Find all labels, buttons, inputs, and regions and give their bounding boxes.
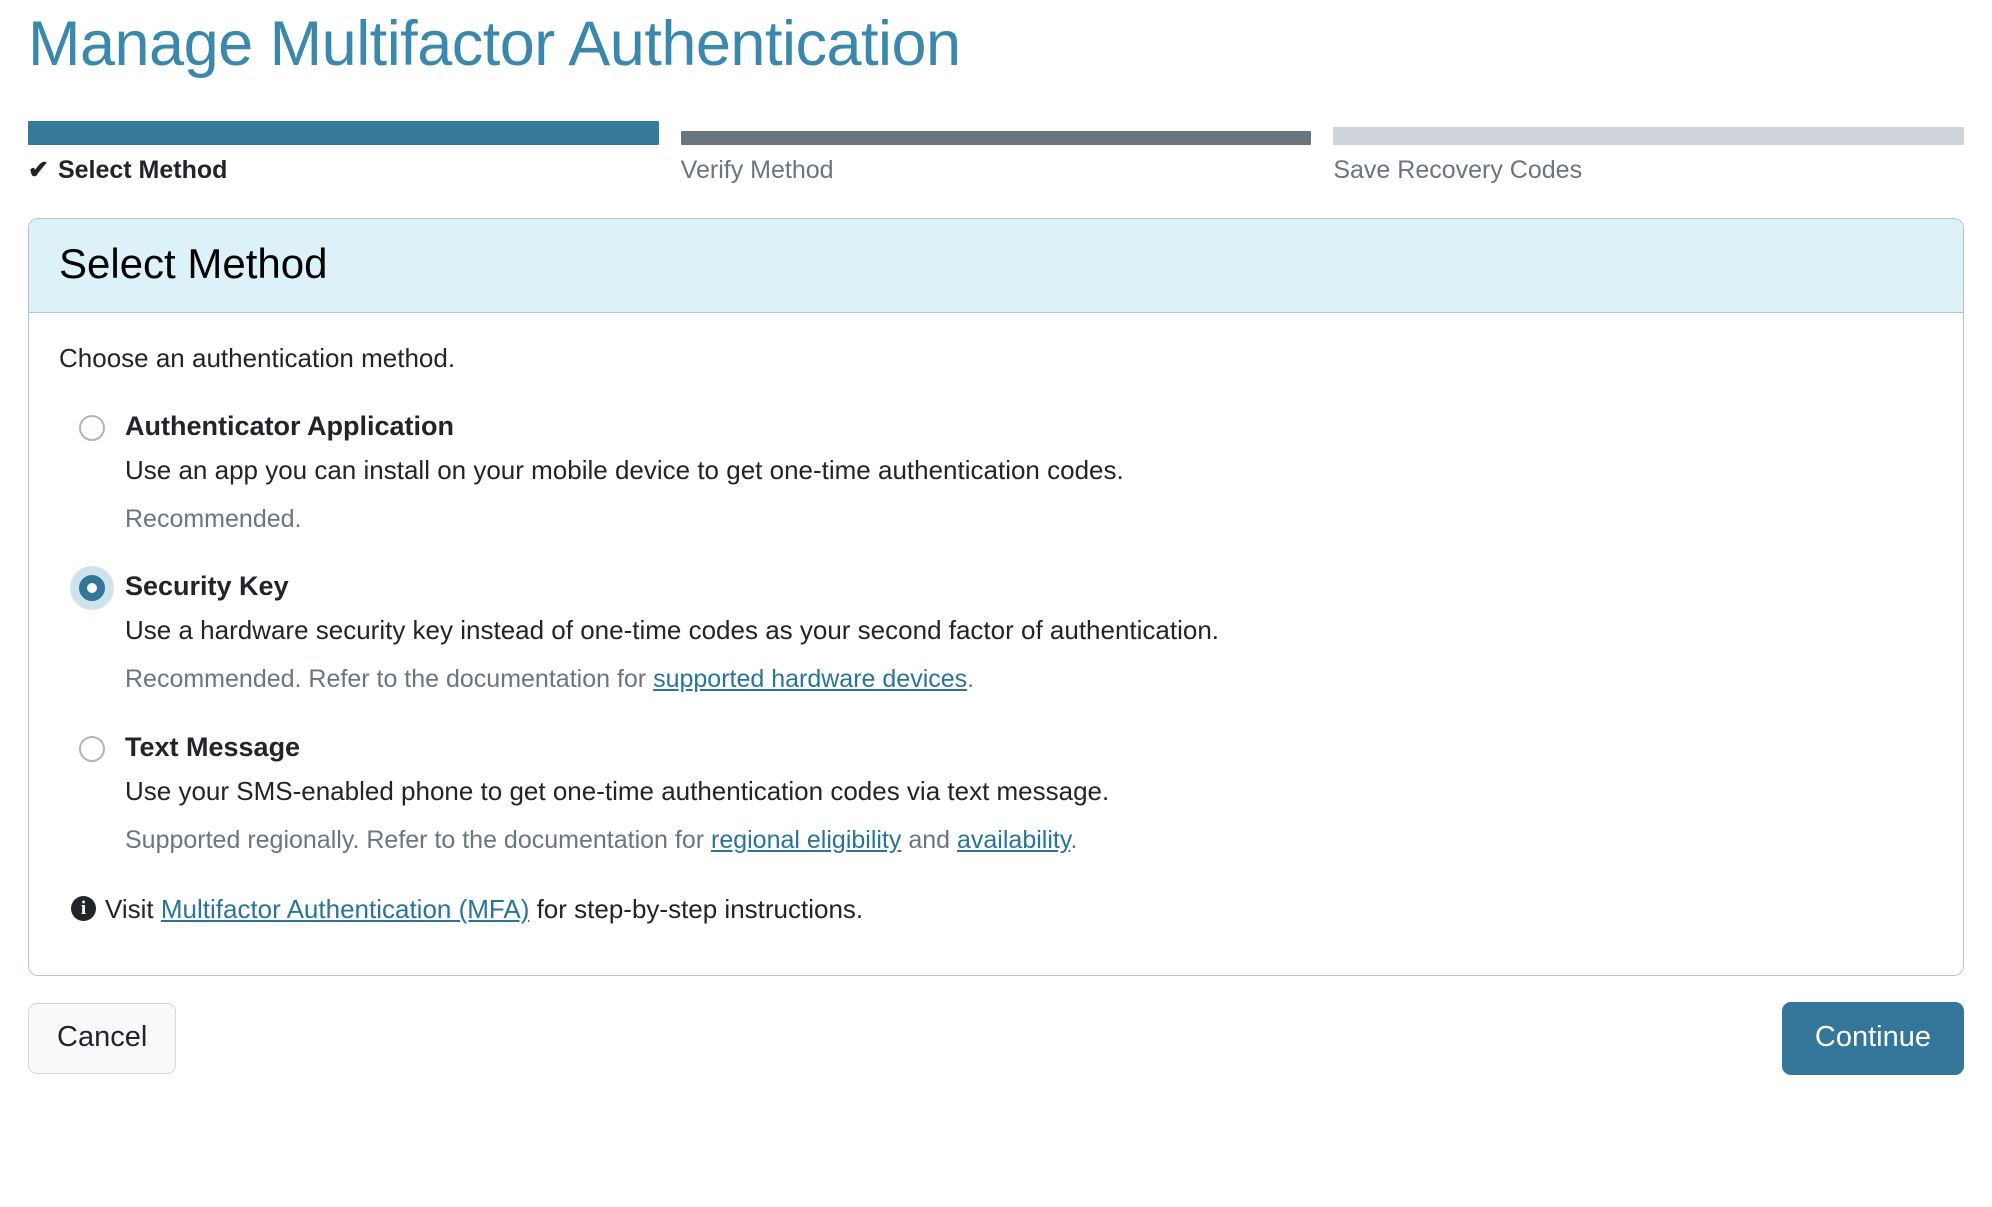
step-progress-bar-2 — [680, 130, 1312, 145]
note-suffix-2: . — [967, 665, 975, 694]
info-line: i Visit Multifactor Authentication (MFA) … — [59, 892, 1933, 927]
page-title: Manage Multifactor Authentication — [28, 9, 961, 79]
info-suffix: for step-by-step instructions. — [529, 893, 864, 924]
radio-authenticator-application[interactable] — [79, 414, 105, 441]
continue-button[interactable]: Continue — [1781, 1001, 1964, 1075]
step-label-2: Verify Method — [680, 155, 834, 184]
step-label-1-wrapper: ✔ Select Method — [28, 154, 659, 187]
card-header: Select Method — [29, 219, 1963, 313]
info-icon: i — [71, 895, 96, 921]
link-supported-hardware-devices[interactable]: supported hardware devices — [653, 665, 967, 693]
cancel-button[interactable]: Cancel — [28, 1002, 177, 1074]
mfa-page: Manage Multifactor Authentication ✔ Sele… — [0, 0, 1992, 1207]
option-description-authenticator-application: Use an app you can install on your mobil… — [125, 454, 1124, 485]
note-suffix-3: . — [1070, 825, 1078, 854]
note-prefix-2: Recommended. Refer to the documentation … — [125, 665, 654, 694]
option-title-authenticator-application: Authenticator Application — [125, 410, 454, 441]
step-label-3: Save Recovery Codes — [1333, 155, 1583, 184]
option-note-authenticator-application: Recommended. — [125, 503, 1933, 537]
radio-security-key[interactable] — [79, 575, 105, 602]
intro-text: Choose an authentication method. — [59, 342, 456, 373]
option-authenticator-application[interactable]: Authenticator Application Use an app you… — [59, 410, 1933, 537]
info-prefix: Visit — [105, 893, 161, 924]
step-label-1: Select Method — [57, 155, 228, 184]
option-note-text-message: Supported regionally. Refer to the docum… — [125, 824, 1933, 858]
link-availability[interactable]: availability — [957, 826, 1070, 854]
option-title-security-key: Security Key — [125, 571, 289, 602]
option-description-text-message: Use your SMS-enabled phone to get one-ti… — [125, 775, 1110, 806]
note-prefix-1: Recommended. — [125, 504, 302, 533]
stepper-step-select-method[interactable]: ✔ Select Method — [28, 120, 659, 187]
stepper-step-save-recovery-codes[interactable]: Save Recovery Codes — [1333, 126, 1965, 187]
stepper-step-verify-method[interactable]: Verify Method — [680, 127, 1312, 187]
option-description-security-key: Use a hardware security key instead of o… — [125, 615, 1220, 646]
card-header-title: Select Method — [59, 240, 328, 288]
step-progress-bar-1 — [28, 120, 659, 145]
radio-text-message[interactable] — [79, 736, 105, 763]
step-label-3-wrapper: Save Recovery Codes — [1333, 154, 1964, 187]
link-regional-eligibility[interactable]: regional eligibility — [711, 826, 901, 854]
note-prefix-3: Supported regionally. Refer to the docum… — [125, 825, 711, 854]
note-between-3: and — [901, 825, 957, 854]
link-multifactor-authentication-mfa[interactable]: Multifactor Authentication (MFA) — [161, 894, 529, 924]
option-note-security-key: Recommended. Refer to the documentation … — [125, 663, 1933, 697]
step-progress-bar-3 — [1333, 126, 1965, 145]
card-footer: Cancel Continue — [28, 1001, 1964, 1075]
card-body: Choose an authentication method. Authent… — [29, 313, 1963, 975]
option-text-message[interactable]: Text Message Use your SMS-enabled phone … — [59, 731, 1933, 858]
progress-stepper: ✔ Select Method Verify Method Save Recov… — [28, 120, 1965, 187]
step-label-2-wrapper: Verify Method — [681, 154, 1312, 187]
select-method-card: Select Method Choose an authentication m… — [28, 218, 1964, 976]
option-security-key[interactable]: Security Key Use a hardware security key… — [59, 570, 1933, 697]
option-title-text-message: Text Message — [125, 732, 301, 763]
check-icon: ✔ — [28, 155, 49, 184]
